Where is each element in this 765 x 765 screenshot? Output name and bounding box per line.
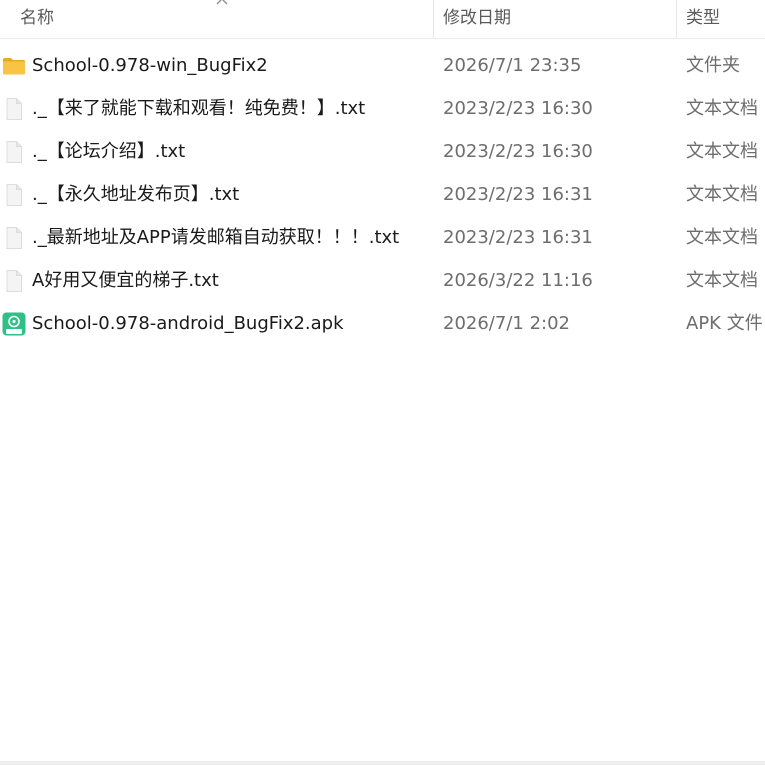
file-date-modified: 2023/2/23 16:31: [443, 227, 593, 248]
column-header-bar: 名称 修改日期 类型: [0, 0, 765, 39]
folder-icon: [3, 58, 25, 75]
file-name: ._【永久地址发布页】.txt: [32, 184, 240, 205]
text-file-icon: [6, 227, 22, 249]
file-row[interactable]: ._最新地址及APP请发邮箱自动获取！！！.txt 2023/2/23 16:3…: [0, 216, 765, 259]
file-date-modified: 2026/3/22 11:16: [443, 270, 593, 291]
file-type: 文本文档: [686, 98, 758, 119]
apk-file-icon: [2, 312, 26, 336]
file-name: ._【来了就能下载和观看！纯免费！】.txt: [32, 98, 366, 119]
file-row[interactable]: ._【永久地址发布页】.txt 2023/2/23 16:31 文本文档: [0, 173, 765, 216]
file-name: ._【论坛介绍】.txt: [32, 141, 186, 162]
file-type: 文件夹: [686, 55, 740, 76]
horizontal-scrollbar[interactable]: [0, 761, 765, 765]
file-date-modified: 2023/2/23 16:30: [443, 98, 593, 119]
text-file-icon: [6, 141, 22, 163]
file-date-modified: 2023/2/23 16:30: [443, 141, 593, 162]
text-file-icon: [6, 98, 22, 120]
file-date-modified: 2026/7/1 23:35: [443, 55, 582, 76]
file-row[interactable]: ._【来了就能下载和观看！纯免费！】.txt 2023/2/23 16:30 文…: [0, 87, 765, 130]
text-file-icon: [6, 184, 22, 206]
file-row[interactable]: School-0.978-win_BugFix2 2026/7/1 23:35 …: [0, 44, 765, 87]
column-divider[interactable]: [676, 0, 677, 38]
column-header-type[interactable]: 类型: [686, 0, 720, 38]
file-type: 文本文档: [686, 227, 758, 248]
file-date-modified: 2026/7/1 2:02: [443, 313, 570, 334]
file-row[interactable]: A好用又便宜的梯子.txt 2026/3/22 11:16 文本文档: [0, 259, 765, 302]
column-divider[interactable]: [433, 0, 434, 38]
file-row[interactable]: School-0.978-android_BugFix2.apk 2026/7/…: [0, 302, 765, 345]
file-row[interactable]: ._【论坛介绍】.txt 2023/2/23 16:30 文本文档: [0, 130, 765, 173]
file-name: A好用又便宜的梯子.txt: [32, 270, 219, 291]
file-type: 文本文档: [686, 141, 758, 162]
file-explorer: 名称 修改日期 类型 School-0.978-win_BugFix2 2026…: [0, 0, 765, 765]
column-header-date-modified[interactable]: 修改日期: [443, 0, 511, 38]
file-name: School-0.978-win_BugFix2: [32, 55, 268, 76]
sort-up-arrow-icon: [216, 0, 228, 5]
file-type: 文本文档: [686, 184, 758, 205]
file-type: APK 文件: [686, 313, 763, 334]
file-list: School-0.978-win_BugFix2 2026/7/1 23:35 …: [0, 44, 765, 345]
file-name: ._最新地址及APP请发邮箱自动获取！！！.txt: [32, 227, 400, 248]
text-file-icon: [6, 270, 22, 292]
file-date-modified: 2023/2/23 16:31: [443, 184, 593, 205]
file-name: School-0.978-android_BugFix2.apk: [32, 313, 344, 334]
column-header-name[interactable]: 名称: [20, 0, 54, 38]
file-type: 文本文档: [686, 270, 758, 291]
